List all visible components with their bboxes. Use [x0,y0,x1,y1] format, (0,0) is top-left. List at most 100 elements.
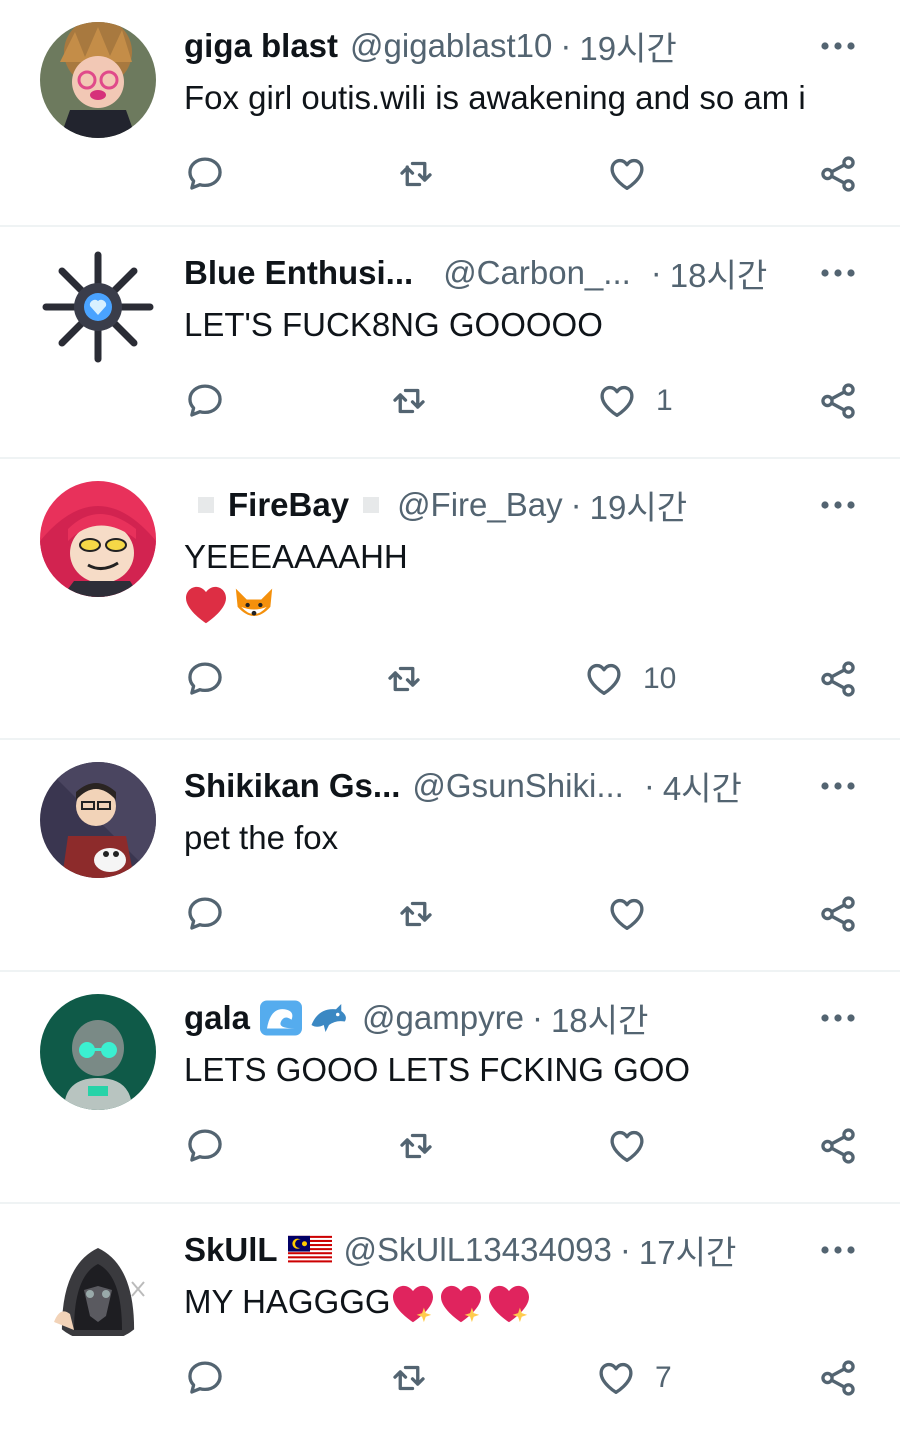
action-bar [0,1122,900,1172]
reply-icon [188,1361,222,1394]
share-button[interactable] [817,890,859,938]
user-handle[interactable]: @gampyre [362,999,524,1037]
heart-icon [610,158,644,191]
retweet-button[interactable] [383,655,425,703]
tweet-text: LETS GOOO LETS FCKING GOO [184,1051,691,1088]
more-icon[interactable] [820,28,856,64]
malaysia-flag-emoji [287,1235,332,1265]
action-bar [0,150,900,200]
display-name[interactable]: FireBay [228,486,349,524]
display-name[interactable]: Shikikan Gs... [184,767,400,805]
reply-button[interactable] [184,890,226,938]
like-button[interactable]: 10 [583,655,676,703]
retweet-button[interactable] [395,150,437,198]
reply-icon [188,384,222,417]
separator-dot: · [560,27,572,64]
share-button[interactable] [817,150,859,198]
like-button[interactable] [606,150,648,198]
avatar[interactable] [40,481,156,597]
action-bar: 7 [0,1354,900,1404]
share-icon [821,896,855,932]
retweet-button[interactable] [395,1122,437,1170]
display-name[interactable]: Blue Enthusi... [184,254,413,292]
avatar[interactable] [40,994,156,1110]
reply-button[interactable] [184,655,226,703]
retweet-button[interactable] [395,890,437,938]
timestamp[interactable]: 18시간 [670,249,767,297]
tweet-text: pet the fox [184,819,339,856]
more-icon[interactable] [820,487,856,523]
timestamp[interactable]: 4시간 [663,762,742,810]
tweet-header: gala @gampyre · 18시간 [184,996,860,1040]
reply-button[interactable] [184,1122,226,1170]
more-icon[interactable] [820,255,856,291]
action-bar: 1 [0,377,900,427]
like-button[interactable] [606,1122,648,1170]
tweet[interactable]: Shikikan Gs... @GsunShiki... · 4시간 pet t… [0,740,900,972]
like-count: 1 [656,384,673,417]
tweet[interactable]: Blue Enthusi... @Carbon_... · 18시간 LET'S… [0,227,900,459]
like-button[interactable]: 1 [596,377,673,425]
share-button[interactable] [817,1354,859,1402]
reply-feed: giga blast @gigablast10 · 19시간 Fox girl … [0,0,900,1436]
display-name[interactable]: giga blast [184,27,338,65]
reply-icon [188,157,222,190]
tweet[interactable]: giga blast @gigablast10 · 19시간 Fox girl … [0,0,900,227]
avatar[interactable] [40,22,156,138]
reply-button[interactable] [184,377,226,425]
user-handle[interactable]: @GsunShiki... [412,767,623,805]
sparkling-heart-emoji [440,1286,481,1323]
heart-icon [599,1362,633,1395]
user-handle[interactable]: @gigablast10 [350,27,552,65]
reply-icon [188,1129,222,1162]
action-bar [0,890,900,940]
user-handle[interactable]: @Fire_Bay [397,486,563,524]
reply-icon [188,662,222,695]
tweet[interactable]: gala @gampyre · 18시간 LETS GOOO LETS FCKI… [0,972,900,1204]
red-heart-emoji [186,586,226,624]
like-button[interactable]: 7 [595,1354,672,1402]
timestamp[interactable]: 17시간 [639,1226,736,1274]
user-handle[interactable]: @SkUlL13434093 [344,1231,612,1269]
tweet-text-content: MY HAGGGG [184,1283,391,1320]
tweet-text: LET'S FUCK8NG GOOOOO [184,306,603,343]
like-button[interactable] [606,890,648,938]
display-name[interactable]: SkUlL [184,1231,278,1269]
tweet[interactable]: FireBay @Fire_Bay · 19시간 YEEEAAAAHH 10 [0,459,900,740]
like-count: 7 [655,1361,672,1394]
share-icon [821,1128,855,1164]
user-handle[interactable]: @Carbon_... [443,254,631,292]
dolphin-emoji [311,1004,346,1032]
retweet-icon [400,161,432,187]
heart-icon [610,898,644,931]
tweet-header: giga blast @gigablast10 · 19시간 [184,24,860,68]
tweet[interactable]: SkUlL @SkUlL13434093 · 17시간 MY HAGGGG 7 [0,1204,900,1436]
tweet-header: SkUlL @SkUlL13434093 · 17시간 [184,1228,860,1272]
reply-button[interactable] [184,1354,226,1402]
share-button[interactable] [817,1122,859,1170]
share-button[interactable] [817,655,859,703]
retweet-icon [393,388,425,414]
more-icon[interactable] [820,1232,856,1268]
avatar[interactable] [40,1226,156,1342]
retweet-button[interactable] [388,377,430,425]
retweet-button[interactable] [388,1354,430,1402]
separator-dot: · [570,486,582,523]
share-button[interactable] [817,377,859,425]
badge-placeholder [363,497,380,513]
timestamp[interactable]: 18시간 [551,994,648,1042]
avatar[interactable] [40,762,156,878]
separator-dot: · [531,999,543,1036]
heart-icon [610,1130,644,1163]
tweet-text: Fox girl outis.wili is awakening and so … [184,79,806,116]
more-icon[interactable] [820,1000,856,1036]
more-icon[interactable] [820,768,856,804]
timestamp[interactable]: 19시간 [579,22,676,70]
reply-button[interactable] [184,150,226,198]
timestamp[interactable]: 19시간 [590,481,687,529]
tweet-header: Shikikan Gs... @GsunShiki... · 4시간 [184,764,860,808]
wave-emoji [260,1000,303,1036]
avatar[interactable] [40,249,156,365]
display-name[interactable]: gala [184,999,250,1037]
reply-icon [188,897,222,930]
